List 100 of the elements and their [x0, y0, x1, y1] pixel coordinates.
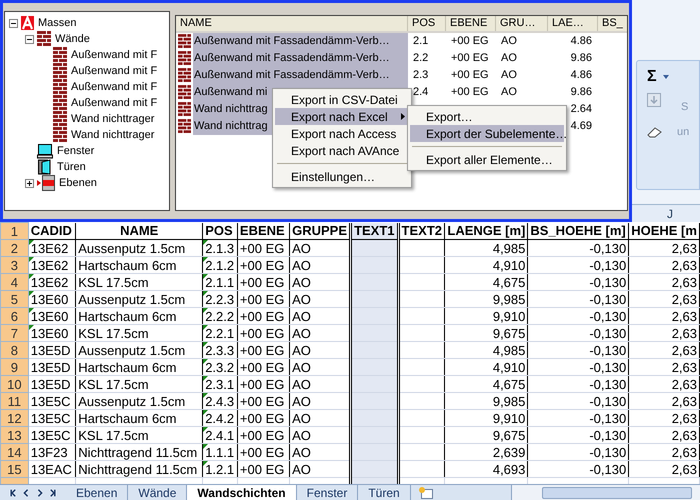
header-cell: BS_HOEHE [m]	[528, 222, 629, 240]
table-cell: 2,63	[628, 410, 700, 426]
table-cell: 1.1.1	[202, 444, 238, 460]
table-cell: 2.1.1	[202, 274, 238, 290]
table-cell: 2.4.3	[202, 392, 238, 410]
table-cell: 2.3.2	[202, 358, 238, 376]
table-cell: 13E5C	[28, 410, 76, 426]
table-cell: 9,675	[444, 426, 528, 444]
table-cell: 2.2.1	[202, 324, 238, 342]
table-cell: +00 EG	[237, 342, 290, 358]
table-cell: +00 EG	[237, 376, 290, 392]
table-cell: 13E60	[28, 290, 76, 308]
table-cell: -0,130	[528, 376, 629, 392]
list-cell: +00 EG	[451, 69, 489, 82]
table-cell: 4,675	[444, 274, 528, 290]
ribbon-label: un	[677, 124, 690, 140]
table-cell: Hartschaum 6cm	[76, 358, 203, 376]
table-cell: 13E62	[28, 240, 76, 256]
column-letter-header: J	[632, 204, 700, 222]
list-cell: 9.86	[570, 86, 592, 98]
header-cell: TEXT1	[350, 222, 398, 240]
table-cell: 13E5C	[28, 426, 76, 444]
table-cell: -0,130	[528, 460, 629, 478]
list-cell: 4.86	[570, 69, 592, 82]
table-cell: -0,130	[528, 426, 629, 444]
table-cell: 4,985	[444, 342, 528, 358]
table-cell: 13E60	[28, 308, 76, 324]
table-cell: 13EAC	[28, 460, 76, 478]
table-cell: 2,63	[628, 392, 700, 410]
table-cell: 4,693	[444, 460, 528, 478]
table-cell: 13E5D	[28, 342, 76, 358]
table-cell: Nichttragend 11.5cm	[76, 460, 203, 478]
table-cell: Aussenputz 1.5cm	[76, 290, 203, 308]
table-cell: KSL 17.5cm	[76, 274, 203, 290]
table-cell: +00 EG	[237, 308, 290, 324]
table-cell: KSL 17.5cm	[76, 324, 203, 342]
table-cell: 13E62	[28, 274, 76, 290]
table-cell: 2,63	[628, 256, 700, 274]
list-cell: AO	[501, 52, 517, 64]
table-cell: 9,675	[444, 324, 528, 342]
list-cell: 4.86	[570, 35, 592, 48]
table-cell: 4,910	[444, 358, 528, 376]
list-cell: +00 EG	[451, 52, 489, 64]
header-cell: POS	[202, 222, 238, 240]
header-cell: TEXT2	[398, 222, 445, 240]
table-cell: +00 EG	[237, 444, 290, 460]
list-cell: 2.1	[413, 35, 428, 48]
table-cell: 2,63	[628, 358, 700, 376]
table-cell: Aussenputz 1.5cm	[76, 392, 203, 410]
table-cell: Hartschaum 6cm	[76, 256, 203, 274]
table-cell: 2.4.1	[202, 426, 238, 444]
table-cell: +00 EG	[237, 274, 290, 290]
table-cell: 2.4.2	[202, 410, 238, 426]
table-cell: Nichttragend 11.5cm	[76, 444, 203, 460]
table-cell: -0,130	[528, 324, 629, 342]
table-cell: 4,985	[444, 240, 528, 256]
table-cell: 2.3.1	[202, 376, 238, 392]
list-cell: 2.4	[413, 86, 428, 98]
table-cell: 9,985	[444, 290, 528, 308]
table-cell: KSL 17.5cm	[76, 376, 203, 392]
table-cell: -0,130	[528, 358, 629, 376]
header-cell: NAME	[76, 222, 203, 240]
table-cell: Hartschaum 6cm	[76, 308, 203, 324]
table-cell: -0,130	[528, 410, 629, 426]
table-cell: 2,63	[628, 274, 700, 290]
table-cell: Hartschaum 6cm	[76, 410, 203, 426]
table-cell: +00 EG	[237, 426, 290, 444]
table-cell: 13E5D	[28, 376, 76, 392]
list-cell: 2.64	[570, 103, 592, 116]
table-cell: -0,130	[528, 274, 629, 290]
table-cell: 13E62	[28, 256, 76, 274]
list-cell: +00 EG	[451, 86, 489, 98]
table-cell: +00 EG	[237, 358, 290, 376]
table-cell: 2,63	[628, 308, 700, 324]
table-cell: 13E5D	[28, 358, 76, 376]
table-cell: -0,130	[528, 342, 629, 358]
table-cell: 2,63	[628, 444, 700, 460]
table-cell: 1.2.1	[202, 460, 238, 478]
table-cell: 2,639	[444, 444, 528, 460]
table-cell: 2.1.3	[202, 240, 238, 256]
table-cell: -0,130	[528, 308, 629, 324]
list-cell: AO	[501, 69, 517, 82]
table-cell: 13F23	[28, 444, 76, 460]
header-cell: CADID	[28, 222, 76, 240]
table-cell: -0,130	[528, 290, 629, 308]
list-cell: AO	[501, 35, 517, 48]
table-cell: 13E5C	[28, 392, 76, 410]
list-cell: 2.3	[413, 69, 428, 82]
table-cell: +00 EG	[237, 256, 290, 274]
table-cell: -0,130	[528, 240, 629, 256]
list-cell: 2.2	[413, 52, 428, 64]
list-cell: +00 EG	[451, 35, 489, 48]
table-cell: +00 EG	[237, 410, 290, 426]
table-cell: 2.3.3	[202, 342, 238, 358]
table-cell: 2,63	[628, 342, 700, 358]
table-cell: -0,130	[528, 256, 629, 274]
table-cell: +00 EG	[237, 392, 290, 410]
table-cell: 2,63	[628, 324, 700, 342]
header-cell: HOEHE [m	[628, 222, 700, 240]
table-cell: +00 EG	[237, 460, 290, 478]
